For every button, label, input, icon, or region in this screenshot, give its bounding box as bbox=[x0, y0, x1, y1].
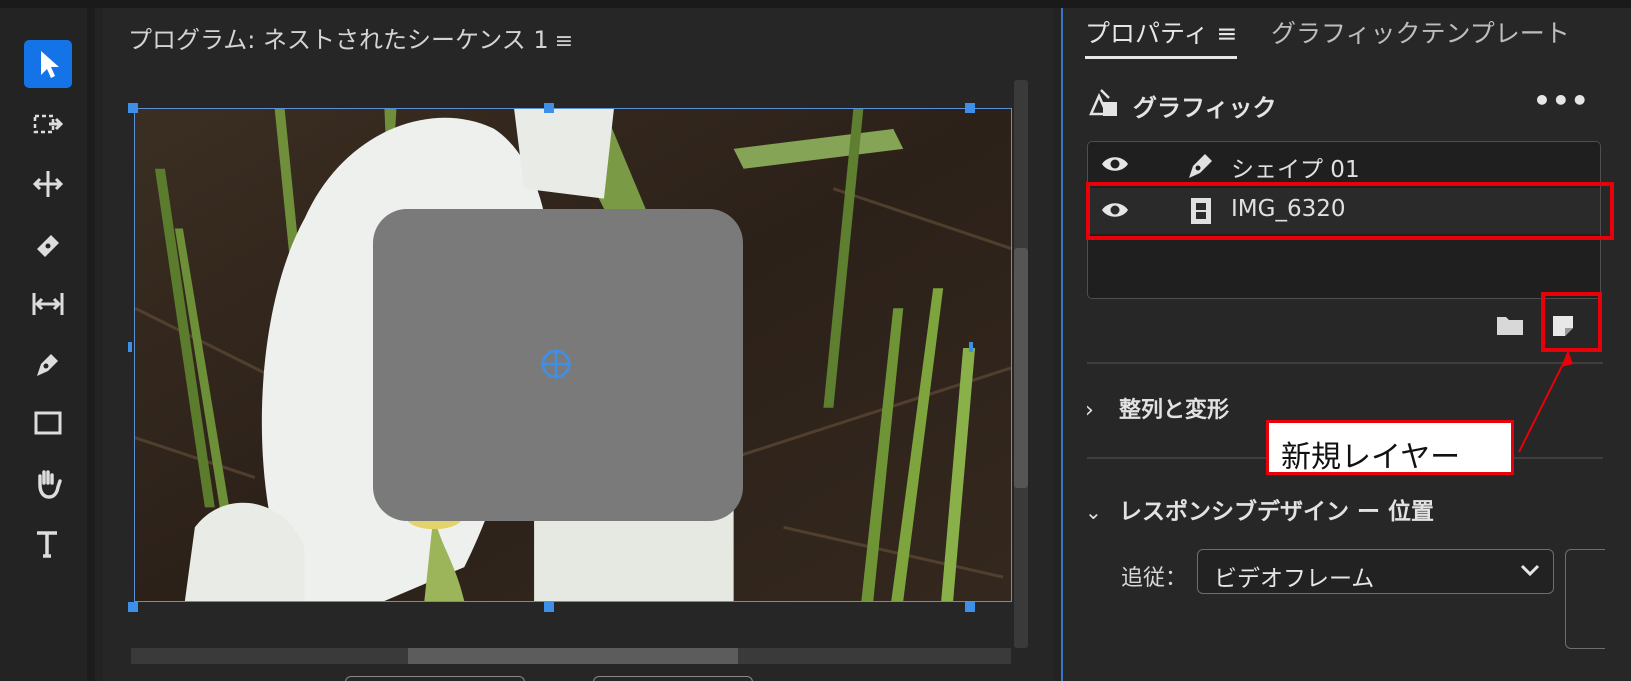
highlight-box-img-layer bbox=[1086, 182, 1614, 240]
pin-to-widget[interactable] bbox=[1565, 549, 1605, 649]
transform-handle-top-right[interactable] bbox=[965, 103, 975, 113]
ripple-edit-icon bbox=[32, 171, 64, 197]
chevron-down-icon bbox=[1520, 564, 1540, 577]
razor-icon bbox=[37, 235, 59, 257]
track-select-icon bbox=[33, 114, 64, 134]
annotation-callout: 新規レイヤー bbox=[1266, 420, 1514, 475]
video-preview[interactable] bbox=[134, 108, 1012, 602]
selection-tool-button[interactable] bbox=[24, 40, 72, 88]
follow-dropdown-value: ビデオフレーム bbox=[1214, 566, 1375, 592]
folder-icon[interactable] bbox=[1496, 314, 1524, 336]
slip-tool-button[interactable] bbox=[24, 280, 72, 328]
chevron-down-icon: ⌄ bbox=[1085, 500, 1102, 524]
program-monitor: プログラム: ネストされたシーケンス 1 ≡ bbox=[103, 8, 1053, 681]
follow-dropdown[interactable]: ビデオフレーム bbox=[1197, 549, 1554, 594]
eye-icon[interactable] bbox=[1100, 153, 1130, 175]
anchor-point-icon[interactable] bbox=[539, 347, 573, 381]
rounded-rectangle-shape[interactable] bbox=[373, 209, 743, 521]
panel-menu-icon[interactable]: ≡ bbox=[555, 29, 573, 54]
pen-icon bbox=[37, 354, 58, 376]
pen-tool-button[interactable] bbox=[24, 340, 72, 388]
transform-handle-left[interactable] bbox=[128, 342, 132, 352]
transform-handle-top-left[interactable] bbox=[128, 103, 138, 113]
responsive-design-label: レスポンシブデザイン ー 位置 bbox=[1119, 499, 1435, 525]
hand-tool-button[interactable] bbox=[24, 460, 72, 508]
tab-properties[interactable]: プロパティ ≡ bbox=[1085, 14, 1238, 59]
arrow-icon bbox=[41, 51, 59, 78]
more-options-button[interactable]: ••• bbox=[1533, 84, 1590, 117]
transform-handle-bottom[interactable] bbox=[544, 602, 554, 612]
follow-label: 追従： bbox=[1121, 566, 1188, 591]
transform-handle-right[interactable] bbox=[969, 342, 973, 352]
chevron-right-icon: › bbox=[1085, 398, 1094, 423]
hand-icon bbox=[38, 470, 62, 499]
resolution-dropdown[interactable] bbox=[593, 676, 753, 681]
program-monitor-title: プログラム: ネストされたシーケンス 1 ≡ bbox=[128, 20, 573, 55]
program-title-text: プログラム: ネストされたシーケンス 1 bbox=[128, 26, 549, 54]
type-icon bbox=[37, 531, 57, 558]
align-transform-section-header[interactable]: › 整列と変形 bbox=[1085, 392, 1229, 424]
layer-name: シェイプ 01 bbox=[1231, 157, 1360, 183]
razor-tool-button[interactable] bbox=[24, 220, 72, 268]
transform-handle-top[interactable] bbox=[544, 103, 554, 113]
zoom-level-dropdown[interactable] bbox=[345, 676, 525, 681]
rectangle-icon bbox=[34, 411, 62, 435]
top-bar bbox=[0, 0, 1631, 8]
responsive-design-section-header[interactable]: ⌄ レスポンシブデザイン ー 位置 bbox=[1085, 492, 1434, 526]
rectangle-tool-button[interactable] bbox=[24, 400, 72, 448]
slip-icon bbox=[32, 293, 64, 315]
ripple-edit-tool-button[interactable] bbox=[24, 160, 72, 208]
tools-panel bbox=[0, 8, 95, 681]
track-select-tool-button[interactable] bbox=[24, 100, 72, 148]
graphic-icon bbox=[1089, 89, 1117, 116]
tab-graphic-templates[interactable]: グラフィックテンプレート bbox=[1271, 14, 1570, 50]
graphic-section-heading: グラフィック bbox=[1133, 94, 1277, 122]
horizontal-scrollbar-thumb[interactable] bbox=[408, 648, 738, 664]
transform-handle-bottom-right[interactable] bbox=[965, 602, 975, 612]
transform-handle-bottom-left[interactable] bbox=[128, 602, 138, 612]
type-tool-button[interactable] bbox=[24, 520, 72, 568]
vertical-scrollbar-thumb[interactable] bbox=[1014, 248, 1028, 488]
highlight-box-new-layer bbox=[1541, 292, 1602, 352]
divider bbox=[1087, 362, 1603, 364]
pen-icon bbox=[1189, 154, 1212, 178]
align-transform-label: 整列と変形 bbox=[1119, 398, 1230, 423]
callout-text: 新規レイヤー bbox=[1281, 440, 1461, 475]
